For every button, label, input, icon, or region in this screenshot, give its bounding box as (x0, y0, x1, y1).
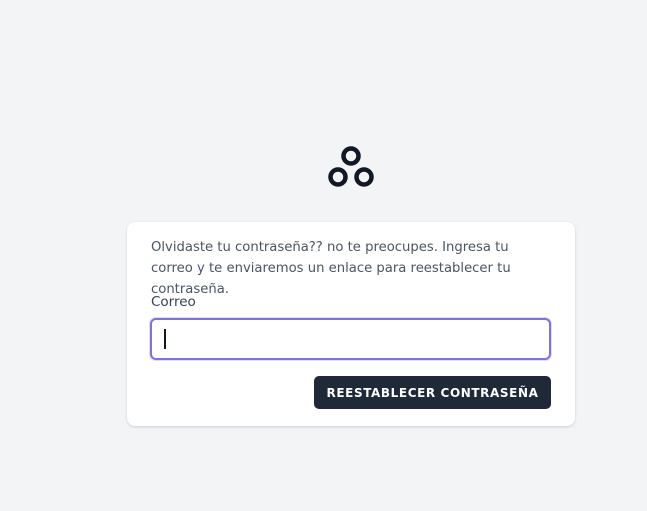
intro-text: Olvidaste tu contraseña?? no te preocupe… (151, 240, 511, 297)
forgot-password-card: Olvidaste tu contraseña?? no te preocupe… (127, 222, 575, 426)
text-cursor (164, 329, 166, 349)
three-circles-logo-icon (328, 146, 374, 187)
reset-password-button[interactable]: REESTABLECER CONTRASEÑA (314, 376, 551, 409)
email-label: Correo (151, 294, 196, 310)
email-input[interactable] (150, 318, 551, 360)
